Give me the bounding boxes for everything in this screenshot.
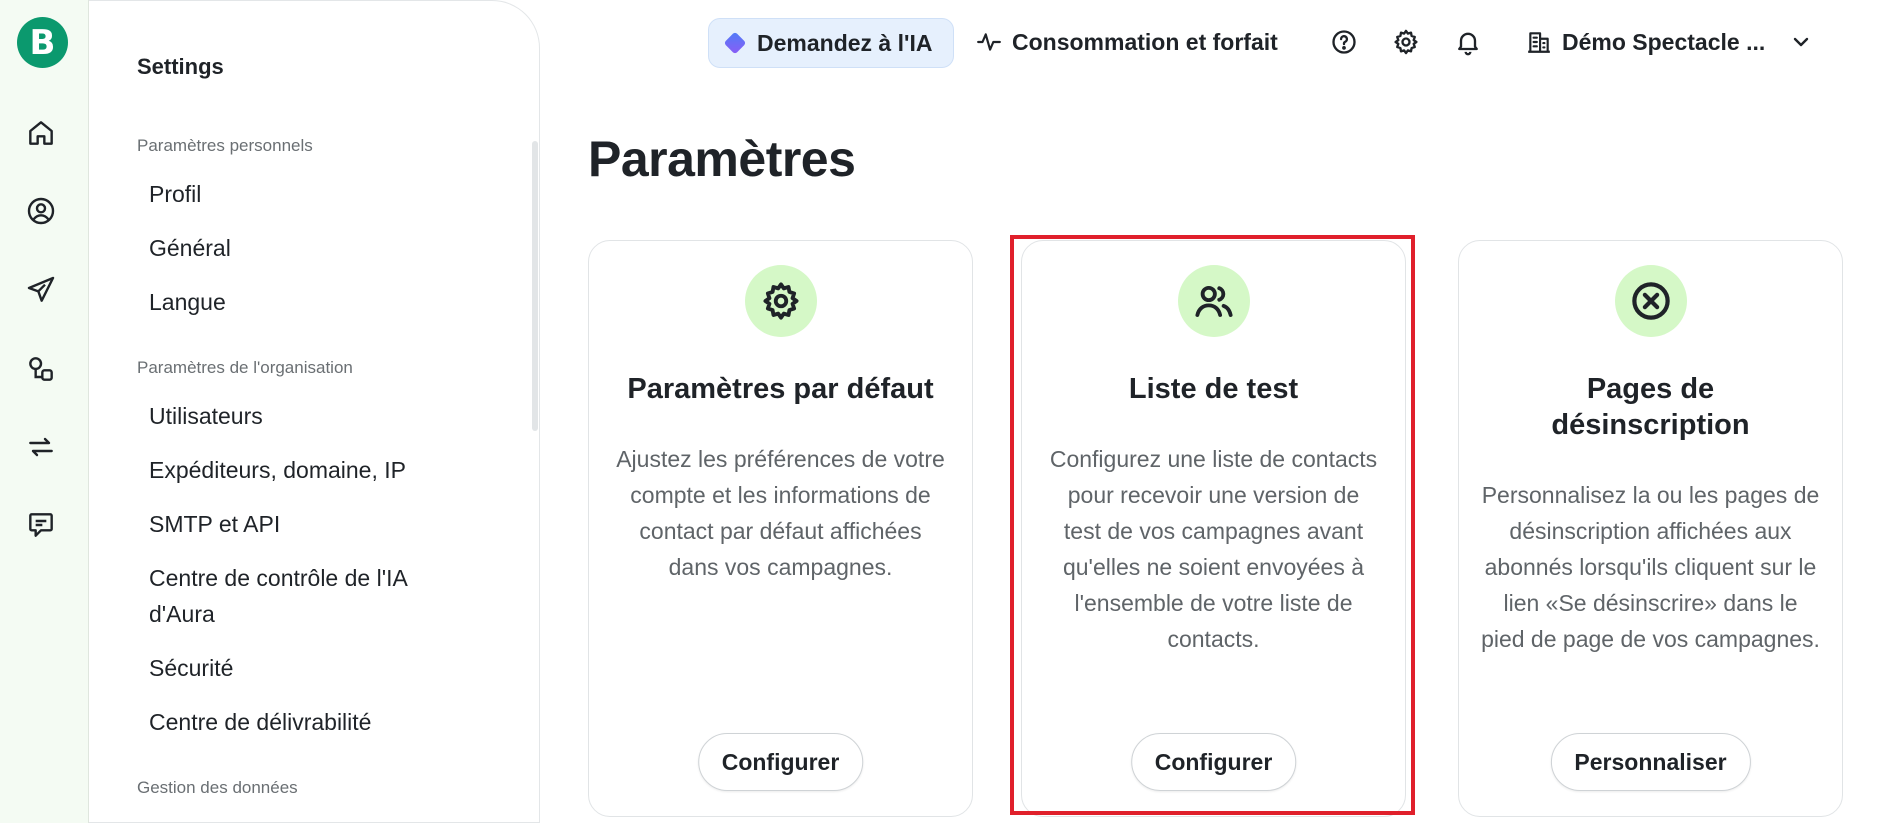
- configure-button[interactable]: Configurer: [697, 733, 864, 791]
- usage-plan-link[interactable]: Consommation et forfait: [976, 20, 1278, 64]
- panel-scrollbar[interactable]: [532, 141, 538, 431]
- ai-diamond-icon: [723, 31, 747, 55]
- nav-item-smtp-api[interactable]: SMTP et API: [149, 506, 489, 542]
- automation-icon[interactable]: [24, 352, 58, 386]
- users-icon: [1194, 285, 1233, 317]
- card-title: Paramètres par défaut: [627, 373, 934, 405]
- account-name: Démo Spectacle ...: [1562, 28, 1766, 55]
- card-description: Configurez une liste de contacts pour re…: [1049, 446, 1378, 652]
- card-default-settings: Paramètres par défaut Ajustez les préfér…: [588, 240, 973, 817]
- x-circle-icon: [1631, 282, 1670, 320]
- ask-ai-label: Demandez à l'IA: [757, 29, 933, 56]
- group-label-personal: Paramètres personnels: [137, 136, 313, 155]
- account-switcher[interactable]: Démo Spectacle ...: [1526, 20, 1813, 64]
- transactional-icon[interactable]: [24, 430, 58, 464]
- campaigns-icon[interactable]: [24, 273, 58, 307]
- bell-icon[interactable]: [1452, 26, 1484, 58]
- conversations-icon[interactable]: [24, 508, 58, 542]
- card-icon-wrapper: [1177, 265, 1250, 337]
- group-label-data: Gestion des données: [137, 778, 298, 797]
- gear-icon: [763, 282, 798, 320]
- configure-button[interactable]: Configurer: [1130, 733, 1297, 791]
- nav-item-general[interactable]: Général: [149, 230, 489, 266]
- nav-item-language[interactable]: Langue: [149, 284, 489, 320]
- card-unsubscribe-pages: Pages de désinscription Personnalisez la…: [1458, 240, 1843, 817]
- chevron-down-icon: [1794, 37, 1809, 47]
- card-icon-wrapper: [744, 265, 817, 337]
- card-title: Pages de désinscription: [1551, 373, 1750, 441]
- building-icon: [1528, 32, 1550, 53]
- ask-ai-button[interactable]: Demandez à l'IA: [708, 18, 954, 68]
- usage-plan-label: Consommation et forfait: [1012, 28, 1278, 55]
- customize-button[interactable]: Personnaliser: [1550, 733, 1751, 791]
- card-icon-wrapper: [1614, 265, 1687, 337]
- brand-logo[interactable]: B: [17, 17, 68, 68]
- activity-icon: [977, 33, 1001, 51]
- card-description: Personnalisez la ou les pages de désinsc…: [1481, 482, 1820, 652]
- nav-item-users[interactable]: Utilisateurs: [149, 398, 489, 434]
- settings-panel: Settings Paramètres personnels Profil Gé…: [89, 0, 540, 823]
- nav-item-ai-control[interactable]: Centre de contrôle de l'IA d'Aura: [149, 560, 449, 632]
- icon-rail: B: [0, 0, 89, 823]
- card-title: Liste de test: [1128, 373, 1299, 405]
- gear-icon[interactable]: [1390, 26, 1422, 58]
- nav-item-profile[interactable]: Profil: [149, 176, 489, 212]
- card-test-list: Liste de test Configurez une liste de co…: [1021, 240, 1406, 817]
- page-title: Paramètres: [588, 131, 856, 187]
- help-icon[interactable]: [1328, 26, 1360, 58]
- nav-item-deliverability[interactable]: Centre de délivrabilité: [149, 704, 489, 740]
- nav-item-security[interactable]: Sécurité: [149, 650, 489, 686]
- card-description: Ajustez les préférences de votre compte …: [616, 446, 945, 580]
- group-label-organization: Paramètres de l'organisation: [137, 358, 353, 377]
- nav-item-senders[interactable]: Expéditeurs, domaine, IP: [149, 452, 489, 488]
- contacts-icon[interactable]: [24, 194, 58, 228]
- panel-title: Settings: [137, 54, 224, 79]
- home-icon[interactable]: [24, 116, 58, 150]
